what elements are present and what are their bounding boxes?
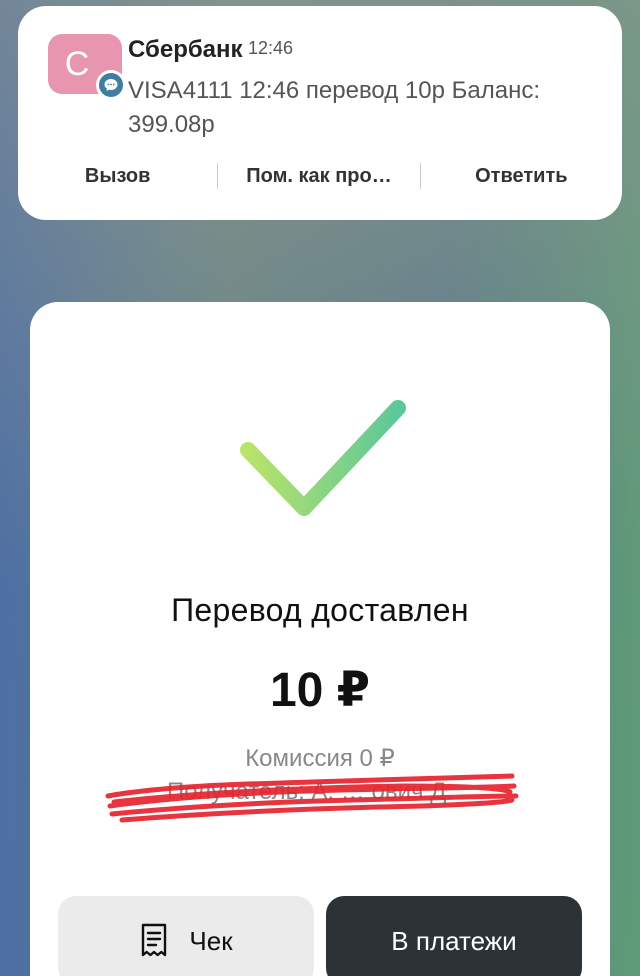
notification-app-name: Сбербанк [128, 36, 243, 63]
notification-actions: Вызов Пом. как про… Ответить [18, 156, 622, 196]
mark-read-button[interactable]: Пом. как про… [218, 165, 419, 188]
reply-button[interactable]: Ответить [421, 165, 622, 188]
notification-message: VISA4111 12:46 перевод 10р Баланс: 399.0… [128, 77, 541, 138]
transfer-status: Перевод доставлен [171, 592, 469, 628]
receipt-button[interactable]: Чек [58, 896, 314, 976]
redaction-scribble [105, 773, 519, 823]
avatar-letter: С [64, 44, 90, 83]
receipt-button-label: Чек [189, 925, 233, 956]
sms-notification[interactable]: С Сбербанк 12:46 VISA4111 12:46 перевод … [18, 6, 622, 220]
receipt-icon [142, 923, 167, 957]
notification-time: 12:46 [248, 38, 294, 58]
transfer-amount: 10 ₽ [269, 664, 371, 717]
transfer-result-card: Перевод доставлен 10 ₽ Комиссия 0 ₽ Полу… [30, 302, 610, 976]
payments-button-label: В платежи [391, 926, 517, 956]
payments-button[interactable]: В платежи [326, 896, 582, 976]
message-badge-icon [96, 70, 126, 100]
call-button[interactable]: Вызов [18, 165, 217, 188]
success-check-icon [240, 400, 406, 516]
